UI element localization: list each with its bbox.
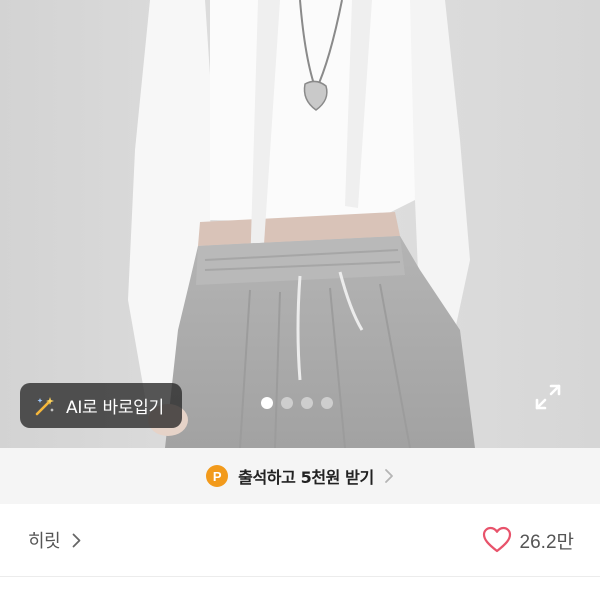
ai-try-on-button[interactable]: AI로 바로입기 (20, 383, 182, 428)
section-divider (0, 576, 600, 600)
chevron-right-icon (384, 469, 393, 483)
store-link[interactable]: 히릿 (28, 527, 81, 553)
like-count: 26.2만 (519, 531, 574, 553)
ai-try-on-label: AI로 바로입기 (66, 398, 164, 418)
store-info-row: 히릿 26.2만 (0, 504, 600, 576)
carousel-dot[interactable] (301, 397, 313, 409)
point-badge-icon: P (206, 465, 229, 487)
carousel-dot[interactable] (321, 397, 333, 409)
heart-icon (482, 526, 511, 553)
expand-icon (535, 384, 561, 410)
like-button[interactable]: 26.2만 (482, 526, 574, 554)
product-image-carousel[interactable]: AI로 바로입기 (0, 0, 600, 448)
carousel-dot-active[interactable] (261, 397, 273, 409)
carousel-dot[interactable] (281, 397, 293, 409)
attendance-reward-banner[interactable]: P 출석하고 5천원 받기 (0, 448, 600, 504)
store-name: 히릿 (28, 531, 61, 552)
carousel-indicator (261, 397, 333, 409)
expand-image-button[interactable] (533, 382, 563, 412)
attendance-banner-text: 출석하고 5천원 받기 (238, 468, 374, 487)
chevron-right-icon (72, 533, 81, 547)
product-photo (0, 0, 600, 448)
magic-wand-icon (35, 396, 54, 415)
